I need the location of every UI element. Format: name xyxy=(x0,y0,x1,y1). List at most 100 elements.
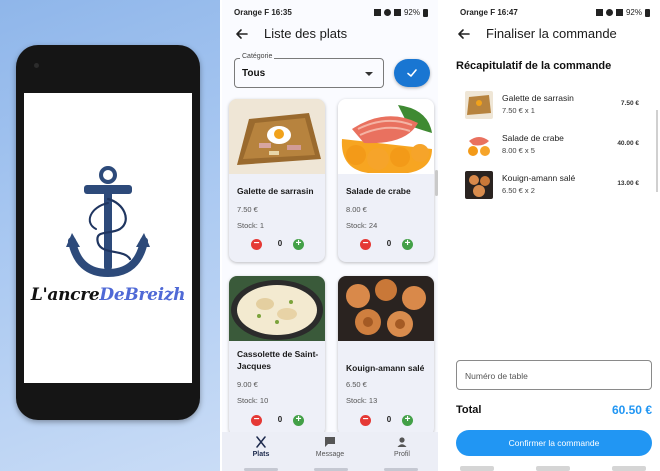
scrollbar[interactable] xyxy=(435,170,438,196)
dish-stock: Stock: 1 xyxy=(237,221,265,230)
decrease-button[interactable]: − xyxy=(360,239,371,250)
category-label: Catégorie xyxy=(240,53,275,60)
signal-icon xyxy=(393,9,401,16)
category-select[interactable]: Catégorie Tous xyxy=(234,53,384,88)
order-item-total: 13.00 € xyxy=(617,180,639,187)
app-bar: Finaliser la commande xyxy=(448,22,660,46)
back-arrow-icon[interactable] xyxy=(234,26,250,42)
status-icons: 92% xyxy=(373,8,428,17)
alarm-icon xyxy=(373,9,381,16)
nav-label-plats: Plats xyxy=(252,451,270,458)
dish-card[interactable]: Cassolette de Saint-Jacques 9.00 € Stock… xyxy=(229,276,325,436)
message-icon xyxy=(325,437,335,447)
nav-item-plats[interactable]: Plats xyxy=(231,436,291,458)
quantity-value: 0 xyxy=(386,239,392,248)
recap-heading: Récapitulatif de la commande xyxy=(456,60,612,72)
dish-card[interactable]: Kouign-amann salé 6.50 € Stock: 13 − 0 + xyxy=(338,276,434,436)
quantity-value: 0 xyxy=(277,415,283,424)
battery-percent: 92% xyxy=(625,8,642,17)
dish-name: Salade de crabe xyxy=(346,186,411,196)
increase-button[interactable]: + xyxy=(402,239,413,250)
confirm-order-button[interactable]: Confirmer la commande xyxy=(456,430,652,456)
confirm-order-label: Confirmer la commande xyxy=(508,438,600,448)
app-logo-text: L'ancreDeBreizh xyxy=(24,285,192,305)
dish-name: Cassolette de Saint-Jacques xyxy=(237,349,319,371)
increase-button[interactable]: + xyxy=(402,415,413,426)
decrease-button[interactable]: − xyxy=(360,415,371,426)
dish-price: 8.00 € xyxy=(346,205,367,214)
category-value: Tous xyxy=(242,68,266,79)
order-item-name: Galette de sarrasin xyxy=(502,93,574,103)
dish-price: 9.00 € xyxy=(237,380,258,389)
order-item: Salade de crabe 8.00 € x 5 40.00 € xyxy=(465,131,645,161)
galette-thumbnail xyxy=(465,91,493,119)
order-item-qty: 8.00 € x 5 xyxy=(502,146,535,155)
status-icons: 92% xyxy=(595,8,650,17)
nav-item-profil[interactable]: Profil xyxy=(372,436,432,458)
battery-percent: 92% xyxy=(403,8,420,17)
kouign-amann-thumbnail xyxy=(465,171,493,199)
nav-label-profil: Profil xyxy=(394,451,410,458)
quantity-value: 0 xyxy=(386,415,392,424)
quantity-stepper: − 0 + xyxy=(251,239,307,251)
dropdown-arrow-icon xyxy=(365,72,373,76)
dish-stock: Stock: 13 xyxy=(346,396,378,405)
dish-list-screen: Orange F 16:35 92% Liste des plats Catég… xyxy=(222,0,438,471)
validate-selection-button[interactable] xyxy=(394,59,430,87)
increase-button[interactable]: + xyxy=(293,239,304,250)
crab-salad-thumbnail xyxy=(465,131,493,159)
total-label: Total xyxy=(456,404,482,416)
decrease-button[interactable]: − xyxy=(251,415,262,426)
kouign-amann-image xyxy=(338,276,434,341)
quantity-value: 0 xyxy=(277,239,283,248)
crab-salad-image xyxy=(338,99,434,174)
order-item-name: Kouign-amann salé xyxy=(502,173,576,183)
dish-card[interactable]: Galette de sarrasin 7.50 € Stock: 1 − 0 … xyxy=(229,99,325,262)
page-title: Finaliser la commande xyxy=(486,26,617,41)
battery-icon xyxy=(423,8,428,17)
quantity-stepper: − 0 + xyxy=(360,239,416,251)
page-title: Liste des plats xyxy=(264,26,348,41)
wifi-icon xyxy=(383,9,391,16)
status-bar: Orange F 16:47 92% xyxy=(448,0,660,24)
dish-name: Kouign-amann salé xyxy=(346,363,425,373)
profile-icon xyxy=(397,437,407,447)
nav-indicator xyxy=(612,466,646,471)
nav-item-message[interactable]: Message xyxy=(300,436,360,458)
quantity-stepper: − 0 + xyxy=(251,415,307,427)
table-number-placeholder: Numéro de table xyxy=(465,371,528,381)
order-item-name: Salade de crabe xyxy=(502,133,564,143)
logo-part-1: L'ancre xyxy=(30,285,100,305)
back-arrow-icon[interactable] xyxy=(456,26,472,42)
decrease-button[interactable]: − xyxy=(251,239,262,250)
anchor-logo-icon xyxy=(64,163,152,283)
cutlery-icon xyxy=(256,436,266,448)
signal-icon xyxy=(615,9,623,16)
dish-stock: Stock: 10 xyxy=(237,396,269,405)
order-item: Galette de sarrasin 7.50 € x 1 7.50 € xyxy=(465,91,645,121)
order-item-total: 40.00 € xyxy=(617,140,639,147)
status-bar: Orange F 16:35 92% xyxy=(222,0,438,24)
wifi-icon xyxy=(605,9,613,16)
order-item-qty: 7.50 € x 1 xyxy=(502,106,535,115)
scrollbar[interactable] xyxy=(656,110,658,192)
nav-indicator xyxy=(460,466,494,471)
order-item: Kouign-amann salé 6.50 € x 2 13.00 € xyxy=(465,171,645,201)
nav-indicator xyxy=(536,466,570,471)
alarm-icon xyxy=(595,9,603,16)
quantity-stepper: − 0 + xyxy=(360,415,416,427)
dish-card[interactable]: Salade de crabe 8.00 € Stock: 24 − 0 + xyxy=(338,99,434,262)
status-carrier-time: Orange F 16:35 xyxy=(234,8,292,17)
dish-name: Galette de sarrasin xyxy=(237,186,314,196)
check-icon xyxy=(407,69,417,77)
order-item-total: 7.50 € xyxy=(620,100,639,107)
total-value: 60.50 € xyxy=(611,403,652,417)
table-number-input[interactable]: Numéro de table xyxy=(456,360,652,390)
phone-frame: L'ancreDeBreizh xyxy=(16,45,200,420)
app-bar: Liste des plats xyxy=(222,22,438,46)
increase-button[interactable]: + xyxy=(293,415,304,426)
cassolette-image xyxy=(229,276,325,341)
battery-icon xyxy=(645,8,650,17)
app-showcase: L'ancreDeBreizh Orange F 16:35 92% Liste… xyxy=(0,0,660,471)
status-carrier-time: Orange F 16:47 xyxy=(460,8,518,17)
